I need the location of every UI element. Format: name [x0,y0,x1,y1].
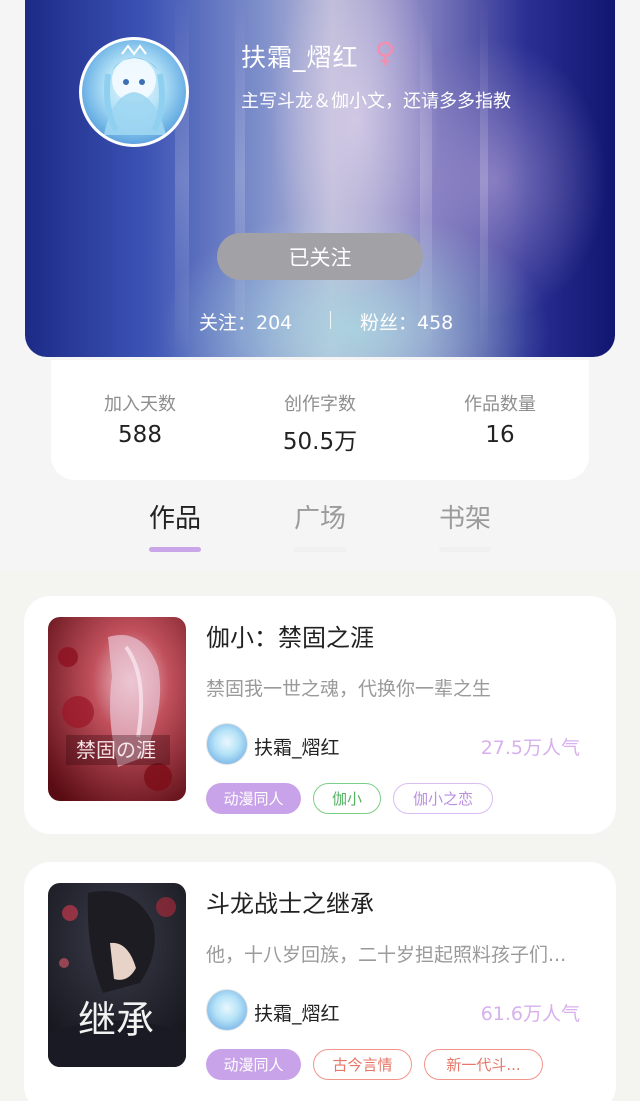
author-avatar [206,989,248,1031]
book-description: 他，十八岁回族，二十岁担起照料孩子们... [206,944,567,966]
tag-category[interactable]: 动漫同人 [206,1049,301,1080]
tag-fandom[interactable]: 伽小 [313,783,381,814]
work-card[interactable]: 禁固の涯 伽小：禁固之涯 禁固我一世之魂，代换你一辈之生 扶霜_熠红 27.5万… [24,596,616,834]
tab-works[interactable]: 作品 [135,498,215,552]
following-count[interactable]: 关注：204 [199,308,292,335]
stats-card: 加入天数 588 创作字数 50.5万 作品数量 16 [51,360,589,480]
cover-title-text: 禁固の涯 [76,738,156,762]
stat-label: 加入天数 [104,394,176,415]
popularity-count: 61.6万人气 [480,1003,580,1025]
tab-label: 书架 [438,504,491,534]
followed-button[interactable]: 已关注 [217,233,423,280]
tab-label: 广场 [293,504,346,534]
avatar-character-illustration [104,44,166,135]
stat-join-days: 加入天数 588 [60,390,220,448]
book-title[interactable]: 伽小：禁固之涯 [206,618,374,653]
profile-username: 扶霜_熠红 [241,43,359,72]
follow-stats-divider [330,311,331,329]
profile-tabs: 作品 广场 书架 [0,498,640,558]
stat-value: 588 [118,422,162,448]
cover-title-text: 继承 [78,998,154,1042]
book-cover-illustration: 禁固の涯 [48,617,186,801]
stat-works-count: 作品数量 16 [420,390,580,448]
popularity-count: 27.5万人气 [480,737,580,759]
tag-pairing[interactable]: 伽小之恋 [393,783,493,814]
follow-stats: 关注：204 粉丝：458 [0,308,640,334]
tag-category[interactable]: 动漫同人 [206,783,301,814]
tab-square[interactable]: 广场 [280,498,360,552]
tab-indicator [439,547,491,552]
profile-bio: 主写斗龙＆伽小文，还请多多指教 [241,91,511,112]
stat-label: 创作字数 [284,394,356,415]
tab-bookshelf[interactable]: 书架 [425,498,505,552]
fans-count[interactable]: 粉丝：458 [360,308,453,335]
stat-value: 16 [485,422,515,448]
stat-word-count: 创作字数 50.5万 [240,390,400,456]
author-name: 扶霜_熠红 [254,737,340,759]
tag-series[interactable]: 新一代斗... [424,1049,543,1080]
book-cover[interactable]: 禁固の涯 [48,617,186,801]
book-cover-illustration: 继承 [48,883,186,1067]
book-description: 禁固我一世之魂，代换你一辈之生 [206,678,492,700]
female-symbol-icon: ♀ [375,36,396,69]
book-cover[interactable]: 继承 [48,883,186,1067]
stat-label: 作品数量 [464,394,536,415]
stat-value: 50.5万 [282,429,358,455]
profile-avatar[interactable] [79,37,189,147]
book-title[interactable]: 斗龙战士之继承 [206,884,374,919]
author-name: 扶霜_熠红 [254,1003,340,1025]
author-avatar [206,723,248,765]
work-card[interactable]: 继承 斗龙战士之继承 他，十八岁回族，二十岁担起照料孩子们... 扶霜_熠红 6… [24,862,616,1101]
tag-genre[interactable]: 古今言情 [313,1049,412,1080]
tab-label: 作品 [148,504,201,534]
tab-indicator [294,547,346,552]
tab-active-indicator [149,547,201,552]
